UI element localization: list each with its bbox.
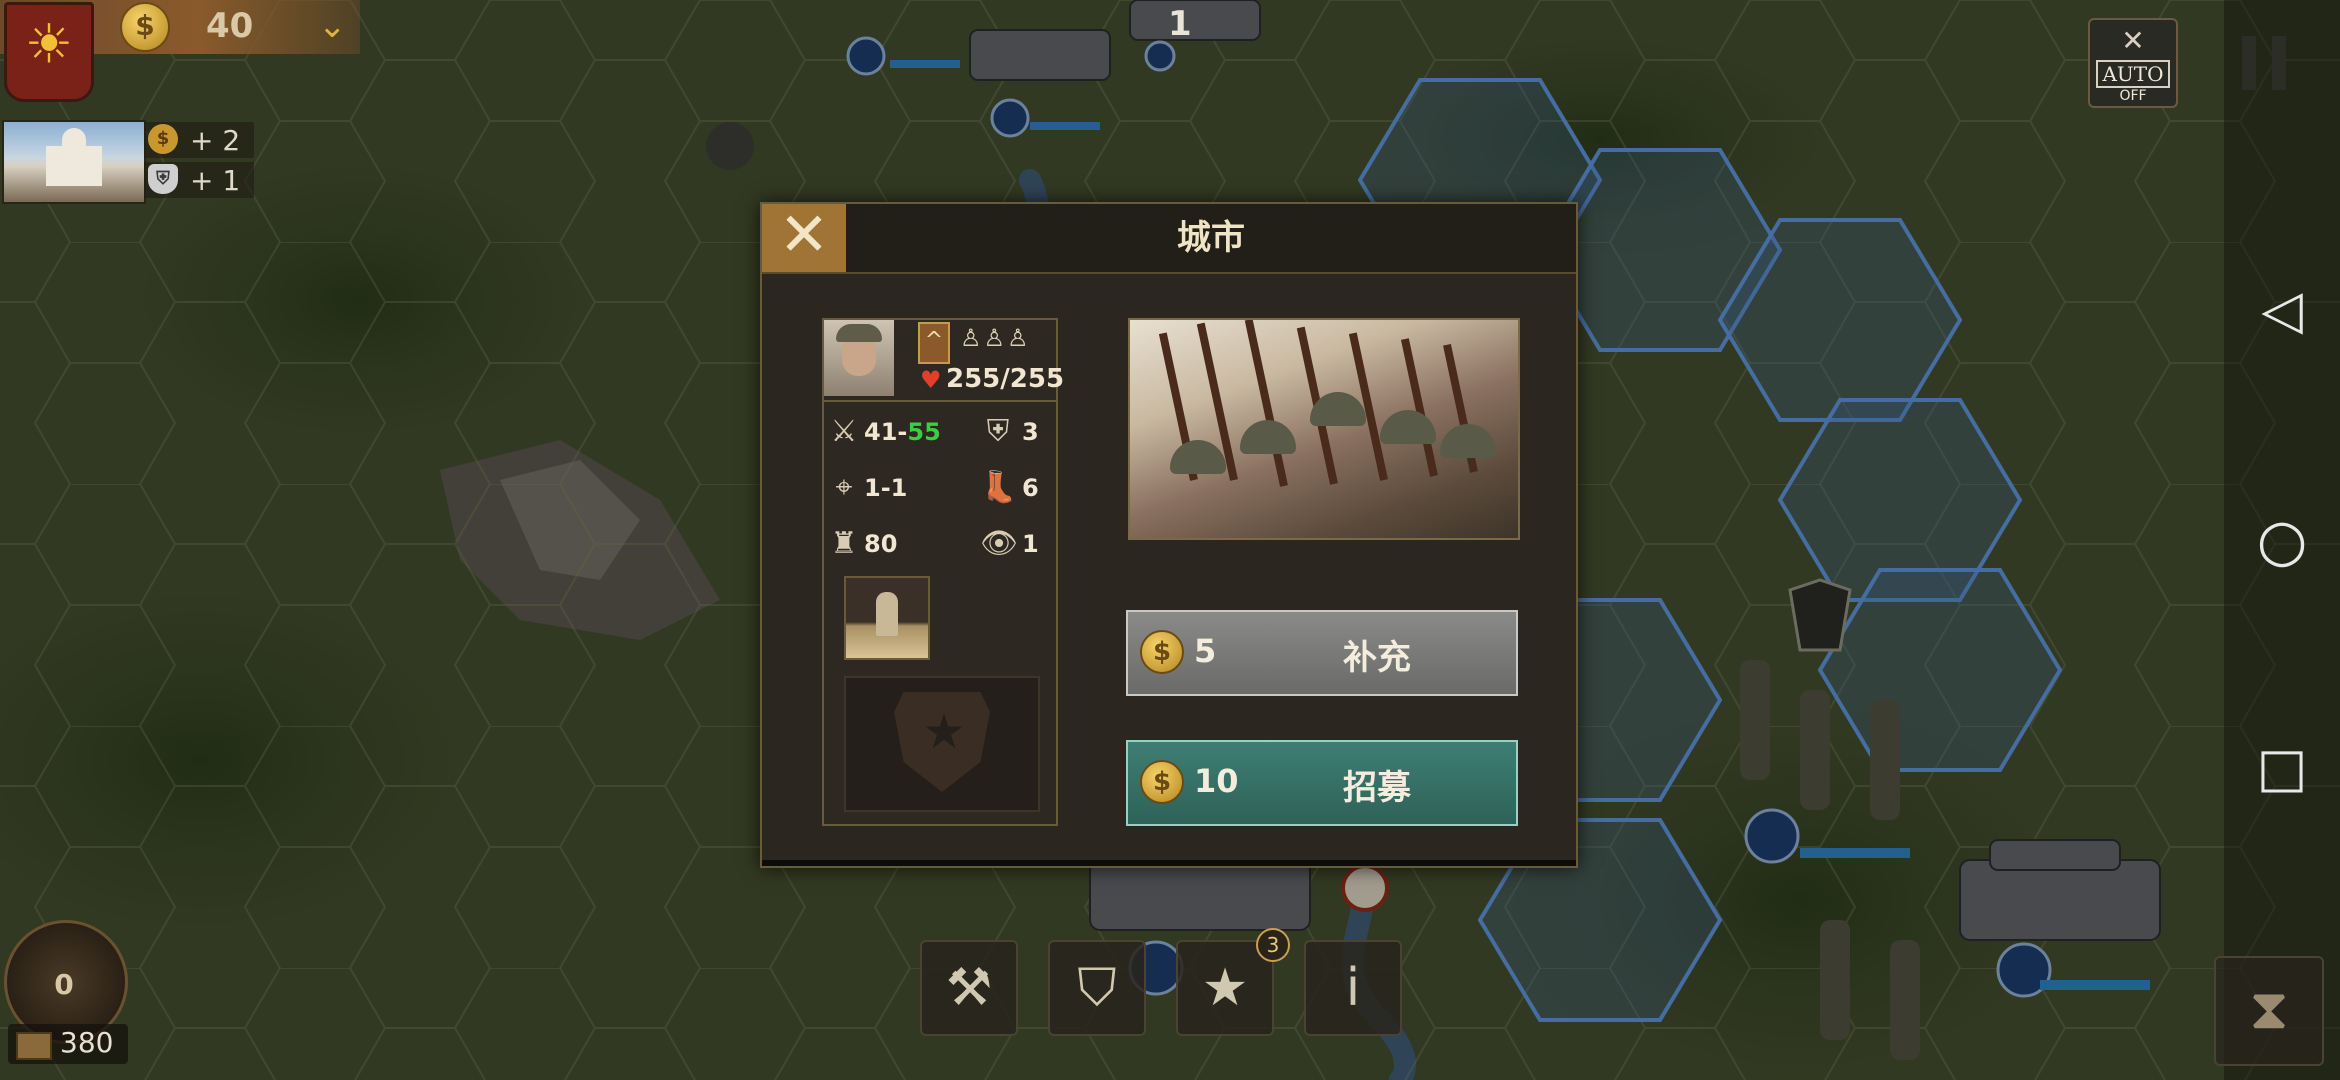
recents-icon[interactable]: □	[2224, 736, 2340, 799]
supply-value: 380	[60, 1026, 114, 1059]
build-tools-button[interactable]: ⚒	[920, 940, 1018, 1036]
unit-stat-card: ^ ♙♙♙ ♥ 255/255 ⚔ 41-55 ⛨ 3 ⌖ 1-1 👢 6 ♜ …	[822, 318, 1064, 826]
unit-level-badge: 3	[1256, 928, 1290, 962]
sun-emblem-icon: ☀	[24, 12, 74, 76]
eagle-icon: ♜	[830, 526, 858, 561]
commander-slot[interactable]: ★	[844, 676, 1040, 812]
dialog-title: 城市	[1177, 218, 1245, 258]
attack-value: 41-55	[864, 418, 941, 446]
infantry-skill-icon[interactable]	[844, 576, 930, 660]
faction-badge[interactable]: ☀	[4, 2, 94, 102]
info-icon: i	[1345, 958, 1361, 1018]
supply-crate-icon	[16, 1032, 52, 1060]
city-thumbnail[interactable]	[2, 120, 146, 204]
auto-state: OFF	[2119, 88, 2147, 104]
hp-value: 255/255	[946, 364, 1065, 394]
rank-chevron-icon: ^	[918, 322, 950, 364]
close-icon: ✕	[778, 200, 830, 270]
auto-battle-button[interactable]: ✕ AUTO OFF	[2088, 18, 2178, 108]
replenish-cost: 5	[1194, 632, 1217, 670]
eye-icon: 👁	[980, 526, 1019, 561]
gold-amount: 40	[206, 6, 254, 46]
rank-stars-icon: ♙♙♙	[960, 324, 1031, 352]
crosshair-icon: ⌖	[835, 470, 853, 505]
end-turn-button[interactable]: ⧗	[2214, 956, 2324, 1066]
recruit-button[interactable]: $ 10 招募	[1126, 740, 1518, 826]
defense-value: 3	[1022, 418, 1039, 446]
range-value: 1-1	[864, 474, 908, 502]
hourglass-icon: ⧗	[2249, 977, 2289, 1042]
info-button[interactable]: i	[1304, 940, 1402, 1036]
auto-label: AUTO	[2096, 60, 2170, 88]
city-dialog: ✕ 城市 ^ ♙♙♙ ♥ 255/255 ⚔ 41-55 ⛨ 3 ⌖ 1-1 👢…	[760, 202, 1578, 868]
chevron-down-icon[interactable]: ⌄	[318, 6, 347, 46]
heart-icon: ♥	[920, 366, 942, 394]
unit-upgrade-button[interactable]: ⛉	[1048, 940, 1146, 1036]
chevron-shield-icon: ⛉	[1077, 958, 1117, 1018]
star-shield-icon: ★	[1201, 958, 1249, 1018]
organization-value: 80	[864, 530, 898, 558]
gold-coin-icon: $	[148, 124, 178, 154]
gold-coin-icon: $	[120, 2, 170, 52]
recruit-label: 招募	[1343, 768, 1411, 808]
wrench-hammer-icon: ⚒	[945, 958, 993, 1018]
unit-stack-count: 1	[1168, 4, 1192, 44]
home-icon[interactable]: ○	[2224, 506, 2340, 574]
unit-artwork	[1128, 318, 1520, 540]
replenish-label: 补充	[1343, 638, 1411, 678]
movement-value: 6	[1022, 474, 1039, 502]
dialog-header: ✕ 城市	[762, 204, 1576, 274]
recruit-cost: 10	[1194, 762, 1239, 800]
unit-portrait	[824, 320, 894, 396]
boot-icon: 👢	[980, 470, 1018, 505]
crossed-rifles-icon: ✕	[2121, 24, 2145, 57]
system-nav-bar: ◁ ○ □	[2224, 0, 2340, 1080]
turn-count: 0	[54, 968, 74, 1001]
shield-icon: ⛨	[986, 414, 1010, 449]
gold-coin-icon: $	[1140, 760, 1184, 804]
vision-value: 1	[1022, 530, 1039, 558]
replenish-button[interactable]: $ 5 补充	[1126, 610, 1518, 696]
city-gold-bonus: $ + 2	[144, 122, 254, 158]
back-icon[interactable]: ◁	[2224, 278, 2340, 341]
shield-icon: ⛨	[148, 164, 178, 194]
crossed-swords-icon: ⚔	[830, 414, 858, 449]
gold-coin-icon: $	[1140, 630, 1184, 674]
close-button[interactable]: ✕	[762, 204, 846, 272]
city-defense-bonus: ⛨ + 1	[144, 162, 254, 198]
